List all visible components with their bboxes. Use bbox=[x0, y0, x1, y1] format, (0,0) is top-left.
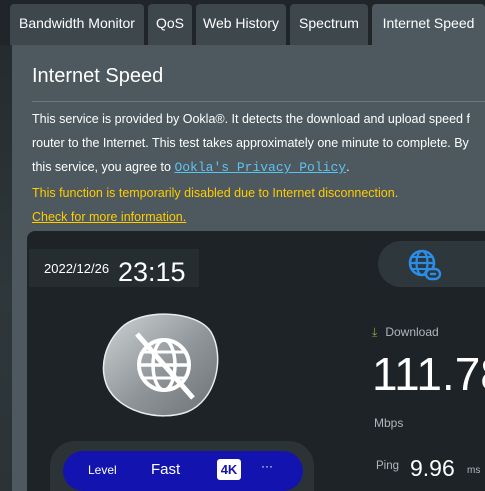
download-arrow-icon: ⤓ bbox=[372, 325, 378, 339]
speed-result-card: 2022/12/26 23:15 ⤓ Download 111.7 Mbps P… bbox=[27, 231, 485, 491]
internet-speed-panel: Internet Speed This service is provided … bbox=[12, 45, 485, 491]
tab-bar: Bandwidth Monitor QoS Web History Spectr… bbox=[0, 0, 485, 45]
privacy-policy-link[interactable]: Ookla's Privacy Policy bbox=[174, 160, 346, 175]
description-line-3-suffix: . bbox=[346, 160, 350, 174]
level-value: Fast bbox=[151, 461, 181, 478]
download-label: ⤓ Download bbox=[372, 325, 439, 340]
description-line-2: router to the Internet. This test takes … bbox=[32, 136, 469, 150]
tab-web-history[interactable]: Web History bbox=[196, 4, 286, 45]
internet-speed-window: Bandwidth Monitor QoS Web History Spectr… bbox=[0, 0, 485, 491]
description-line-3: this service, you agree to Ookla's Priva… bbox=[32, 155, 485, 180]
description-line-3-text: this service, you agree to bbox=[32, 160, 175, 174]
ping-value: 9.96 bbox=[410, 455, 455, 481]
disconnection-warning: This function is temporarily disabled du… bbox=[32, 186, 399, 200]
quality-4k-badge: 4K bbox=[217, 459, 241, 480]
page-title: Internet Speed bbox=[32, 65, 164, 87]
tab-bandwidth-monitor[interactable]: Bandwidth Monitor bbox=[10, 4, 144, 45]
test-date: 2022/12/26 bbox=[44, 261, 110, 276]
description-line-1: This service is provided by Ookla®. It d… bbox=[32, 112, 470, 126]
more-info-link[interactable]: Check for more information. bbox=[32, 210, 186, 224]
level-label: Level bbox=[88, 463, 117, 477]
ping-unit: ms bbox=[467, 465, 481, 476]
download-value: 111.78 bbox=[372, 348, 485, 400]
service-description: This service is provided by Ookla®. It d… bbox=[32, 107, 485, 180]
more-button[interactable]: ··· bbox=[261, 459, 273, 473]
test-time: 23:15 bbox=[118, 257, 186, 287]
level-pill: Level Fast 4K ··· bbox=[63, 451, 303, 491]
tab-internet-speed[interactable]: Internet Speed bbox=[372, 4, 485, 45]
download-unit: Mbps bbox=[374, 416, 404, 430]
server-selector[interactable] bbox=[378, 241, 485, 287]
tab-spectrum[interactable]: Spectrum bbox=[290, 4, 368, 45]
title-divider bbox=[32, 101, 485, 102]
level-bar: Level Fast 4K ··· bbox=[50, 441, 314, 491]
tab-qos[interactable]: QoS bbox=[148, 4, 192, 45]
ping-label: Ping bbox=[376, 460, 400, 472]
globe-disconnected-icon bbox=[102, 313, 219, 417]
globe-link-icon bbox=[408, 249, 442, 281]
download-label-text: Download bbox=[385, 325, 439, 339]
